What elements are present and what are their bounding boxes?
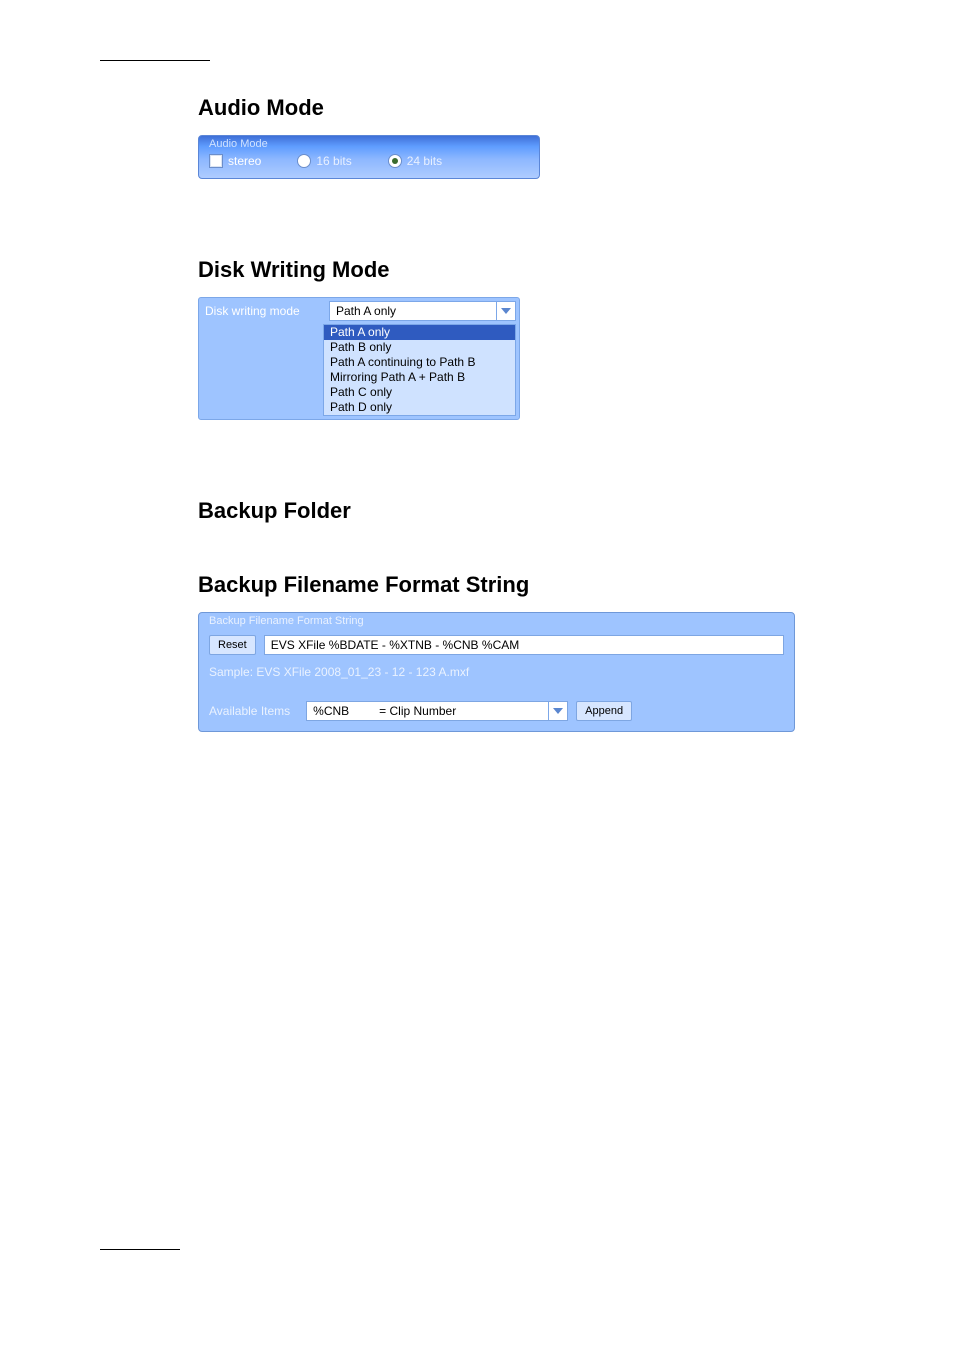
disk-writing-mode-panel: Disk writing mode Path A only Path A onl…	[198, 297, 520, 420]
stereo-label: stereo	[228, 154, 261, 168]
sample-value: EVS XFile 2008_01_23 - 12 - 123 A.mxf	[256, 665, 469, 679]
sample-line: Sample: EVS XFile 2008_01_23 - 12 - 123 …	[209, 665, 784, 679]
available-item-desc: = Clip Number	[379, 702, 456, 720]
available-items-label: Available Items	[209, 704, 290, 718]
heading-backup-folder: Backup Folder	[198, 498, 854, 524]
stereo-checkbox[interactable]: stereo	[209, 154, 261, 168]
heading-backup-filename-format: Backup Filename Format String	[198, 572, 854, 598]
page: Audio Mode Audio Mode stereo 16 bits 24 …	[0, 0, 954, 1350]
disk-option[interactable]: Mirroring Path A + Path B	[324, 370, 515, 385]
top-rule	[100, 60, 210, 61]
heading-disk-writing-mode: Disk Writing Mode	[198, 257, 854, 283]
disk-option[interactable]: Path D only	[324, 400, 515, 415]
16bits-radio[interactable]: 16 bits	[297, 154, 351, 168]
disk-writing-row: Disk writing mode Path A only	[199, 298, 519, 324]
radio-icon	[388, 154, 402, 168]
backup-filename-fieldset: Backup Filename Format String Reset EVS …	[198, 612, 795, 732]
24bits-radio[interactable]: 24 bits	[388, 154, 442, 168]
disk-writing-options-list[interactable]: Path A only Path B only Path A continuin…	[323, 324, 516, 416]
audio-mode-legend: Audio Mode	[209, 138, 529, 150]
append-button[interactable]: Append	[576, 701, 632, 721]
backup-filename-legend: Backup Filename Format String	[209, 615, 784, 627]
audio-mode-fieldset: Audio Mode stereo 16 bits 24 bits	[198, 135, 540, 179]
bottom-rule	[100, 1249, 180, 1250]
disk-writing-combobox[interactable]: Path A only	[329, 301, 516, 321]
24bits-label: 24 bits	[407, 154, 442, 168]
disk-writing-label: Disk writing mode	[199, 300, 329, 322]
reset-button[interactable]: Reset	[209, 635, 256, 655]
disk-option[interactable]: Path C only	[324, 385, 515, 400]
audio-mode-row: stereo 16 bits 24 bits	[209, 154, 529, 168]
chevron-down-icon[interactable]	[496, 302, 515, 320]
available-items-combobox[interactable]: %CNB = Clip Number	[306, 701, 568, 721]
16bits-label: 16 bits	[316, 154, 351, 168]
disk-option[interactable]: Path A continuing to Path B	[324, 355, 515, 370]
chevron-down-icon[interactable]	[548, 702, 567, 720]
available-items-row: Available Items %CNB = Clip Number Appen…	[209, 701, 784, 721]
disk-option[interactable]: Path A only	[324, 325, 515, 340]
format-string-input[interactable]: EVS XFile %BDATE - %XTNB - %CNB %CAM	[264, 635, 784, 655]
available-items-selected: %CNB = Clip Number	[307, 702, 548, 720]
sample-prefix: Sample:	[209, 665, 256, 679]
heading-audio-mode: Audio Mode	[198, 95, 854, 121]
available-item-code: %CNB	[313, 702, 349, 720]
radio-icon	[297, 154, 311, 168]
disk-option[interactable]: Path B only	[324, 340, 515, 355]
disk-writing-selected: Path A only	[330, 302, 496, 320]
checkbox-icon	[209, 154, 223, 168]
backup-format-row: Reset EVS XFile %BDATE - %XTNB - %CNB %C…	[209, 635, 784, 655]
